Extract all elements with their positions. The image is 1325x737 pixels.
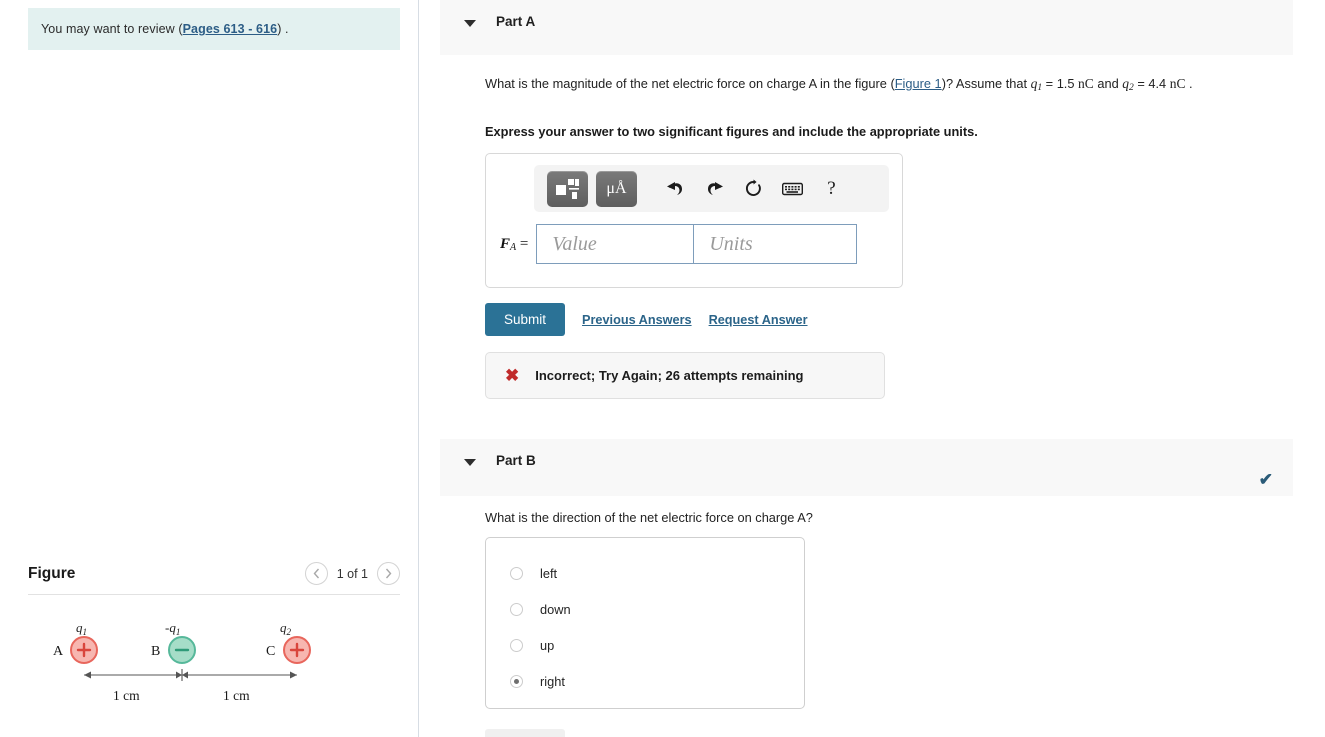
figure-pager: 1 of 1 bbox=[304, 562, 400, 585]
answer-toolbar: μÅ ? bbox=[534, 165, 889, 212]
request-answer-link-a[interactable]: Request Answer bbox=[709, 313, 808, 327]
part-b-header[interactable]: Part B ✔ bbox=[440, 439, 1293, 496]
option-right[interactable]: right bbox=[486, 663, 804, 699]
value-input[interactable]: Value bbox=[536, 224, 695, 264]
review-text: You may want to review (Pages 613 - 616)… bbox=[41, 22, 289, 36]
charge-b-name: B bbox=[151, 644, 160, 659]
radio-icon-down[interactable] bbox=[510, 602, 523, 616]
help-icon[interactable]: ? bbox=[816, 171, 847, 207]
review-pages-link[interactable]: Pages 613 - 616 bbox=[183, 22, 278, 36]
arrow-right-cap bbox=[290, 671, 297, 679]
help-glyph-label: ? bbox=[827, 177, 836, 199]
keyboard-glyph-icon bbox=[782, 182, 803, 195]
reset-icon[interactable] bbox=[738, 171, 769, 207]
charge-c-label: q2 bbox=[280, 620, 292, 637]
figure-header: Figure 1 of 1 bbox=[28, 562, 400, 595]
arrow-left-cap bbox=[84, 671, 91, 679]
previous-answers-link-a[interactable]: Previous Answers bbox=[582, 313, 692, 327]
answer-input-row: FA = Value Units bbox=[500, 224, 858, 264]
part-a-label: Part A bbox=[496, 14, 536, 29]
part-a-actions: Submit Previous Answers Request Answer bbox=[485, 303, 808, 336]
figure-prev-button[interactable] bbox=[304, 562, 328, 585]
part-a-answer-widget: μÅ ? FA = Value Units bbox=[485, 153, 903, 288]
charge-a-name: A bbox=[53, 644, 64, 659]
answer-variable-label: FA = bbox=[500, 235, 529, 253]
page-root: You may want to review (Pages 613 - 616)… bbox=[0, 0, 1325, 737]
part-b-actions: Submit Previous Answers bbox=[485, 729, 692, 737]
undo-icon[interactable] bbox=[660, 171, 691, 207]
option-left[interactable]: left bbox=[486, 555, 804, 591]
radio-icon-right[interactable] bbox=[510, 674, 523, 688]
figure-1-link[interactable]: Figure 1 bbox=[895, 76, 942, 91]
figure-next-button[interactable] bbox=[377, 562, 400, 585]
option-label-right: right bbox=[540, 673, 565, 689]
symbol-palette-icon[interactable]: μÅ bbox=[596, 170, 637, 207]
part-b-options: left down up right bbox=[485, 537, 805, 709]
redo-icon[interactable] bbox=[699, 171, 730, 207]
value-placeholder-text: Value bbox=[552, 232, 597, 255]
option-label-up: up bbox=[540, 637, 555, 653]
figure-diagram[interactable]: q1 -q1 q2 A B C 1 cm 1 cm bbox=[28, 612, 400, 722]
part-a-header[interactable]: Part A bbox=[440, 0, 1293, 55]
review-callout: You may want to review (Pages 613 - 616)… bbox=[28, 8, 400, 50]
part-b-question: What is the direction of the net electri… bbox=[485, 510, 813, 525]
radio-icon-up[interactable] bbox=[510, 638, 523, 652]
submit-button-a[interactable]: Submit bbox=[485, 303, 566, 336]
keyboard-icon[interactable] bbox=[777, 171, 808, 207]
right-panel: Part A What is the magnitude of the net … bbox=[419, 0, 1325, 737]
check-icon: ✔ bbox=[1258, 470, 1273, 489]
distance-label-2: 1 cm bbox=[223, 688, 250, 703]
option-up[interactable]: up bbox=[486, 627, 804, 663]
redo-arrow-icon bbox=[708, 182, 723, 195]
chevron-right-icon bbox=[385, 568, 392, 579]
reset-circle-icon bbox=[745, 179, 761, 196]
charge-diagram-svg: q1 -q1 q2 A B C 1 cm 1 cm bbox=[53, 620, 311, 703]
part-a-feedback: ✖ Incorrect; Try Again; 26 attempts rema… bbox=[485, 352, 885, 399]
figure-page-count: 1 of 1 bbox=[336, 566, 368, 581]
distance-label-1: 1 cm bbox=[113, 688, 140, 703]
chevron-left-icon bbox=[313, 568, 319, 579]
radio-icon-left[interactable] bbox=[510, 566, 523, 580]
charge-a-label: q1 bbox=[76, 620, 87, 637]
undo-arrow-icon bbox=[667, 182, 682, 195]
feedback-message: Incorrect; Try Again; 26 attempts remain… bbox=[535, 368, 804, 383]
caret-down-icon[interactable] bbox=[464, 459, 476, 466]
symbol-glyph-label: μÅ bbox=[606, 179, 627, 197]
review-suffix: ) . bbox=[277, 22, 289, 36]
error-x-icon: ✖ bbox=[505, 365, 520, 385]
units-placeholder-text: Units bbox=[709, 232, 753, 255]
option-down[interactable]: down bbox=[486, 591, 804, 627]
charge-b-label: -q1 bbox=[165, 620, 180, 637]
option-label-left: left bbox=[540, 565, 558, 581]
part-a-question: What is the magnitude of the net electri… bbox=[485, 76, 1193, 93]
option-label-down: down bbox=[540, 601, 571, 617]
part-a-instruction: Express your answer to two significant f… bbox=[485, 124, 978, 139]
caret-down-icon[interactable] bbox=[464, 20, 476, 27]
figure-title: Figure bbox=[28, 564, 76, 582]
part-b-label: Part B bbox=[496, 453, 536, 468]
review-prefix: You may want to review ( bbox=[41, 22, 183, 36]
left-panel: You may want to review (Pages 613 - 616)… bbox=[0, 0, 418, 737]
submit-button-b[interactable]: Submit bbox=[485, 729, 566, 737]
units-input[interactable]: Units bbox=[694, 224, 858, 264]
template-glyph-icon bbox=[556, 178, 579, 199]
charge-c-name: C bbox=[266, 644, 275, 659]
figure-section: Figure 1 of 1 bbox=[28, 562, 400, 595]
template-palette-icon[interactable] bbox=[547, 170, 588, 207]
